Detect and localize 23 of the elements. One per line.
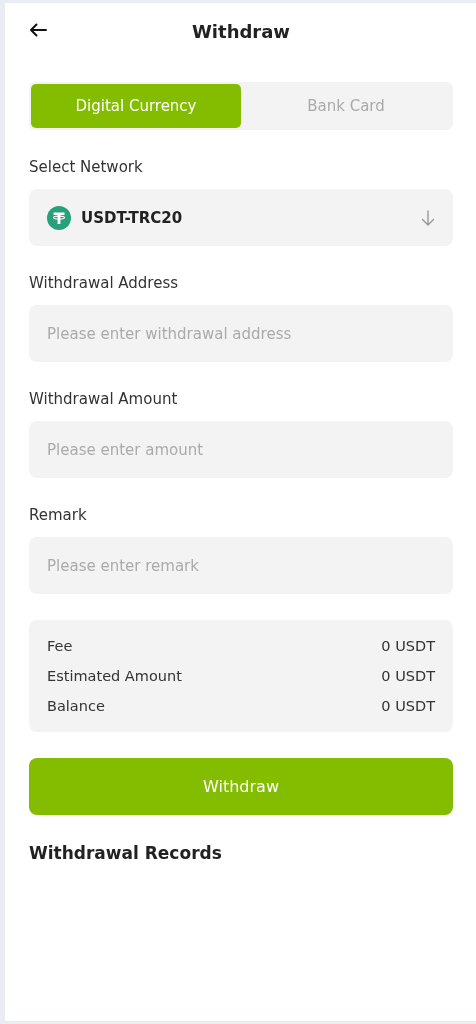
back-button[interactable] — [27, 21, 49, 39]
down-arrow-icon — [421, 209, 435, 226]
input-field[interactable]: Please enter amount — [29, 421, 453, 478]
back-arrow-icon — [29, 23, 47, 37]
summary-label: Fee — [47, 638, 73, 654]
tab[interactable]: Digital Currency — [31, 84, 241, 128]
input-field[interactable]: Please enter remark — [29, 537, 453, 594]
tab[interactable]: Bank Card — [241, 84, 451, 128]
summary-label: Balance — [47, 698, 105, 714]
withdraw-button[interactable]: Withdraw — [29, 758, 453, 815]
summary-label: Estimated Amount — [47, 668, 182, 684]
page-title: Withdraw — [192, 20, 290, 42]
field-label: Withdrawal Address — [29, 274, 180, 292]
field-label: Withdrawal Amount — [29, 390, 179, 408]
network-select[interactable]: USDT-TRC20 — [29, 189, 453, 246]
summary-value: 0 USDT — [381, 638, 435, 654]
summary-value: 0 USDT — [381, 698, 435, 714]
field-label: Select Network — [29, 158, 144, 176]
input-field[interactable]: Please enter withdrawal address — [29, 305, 453, 362]
field-label: Remark — [29, 506, 88, 524]
section-title: Withdrawal Records — [29, 843, 223, 863]
coin-icon — [47, 205, 71, 230]
summary-value: 0 USDT — [381, 668, 435, 684]
